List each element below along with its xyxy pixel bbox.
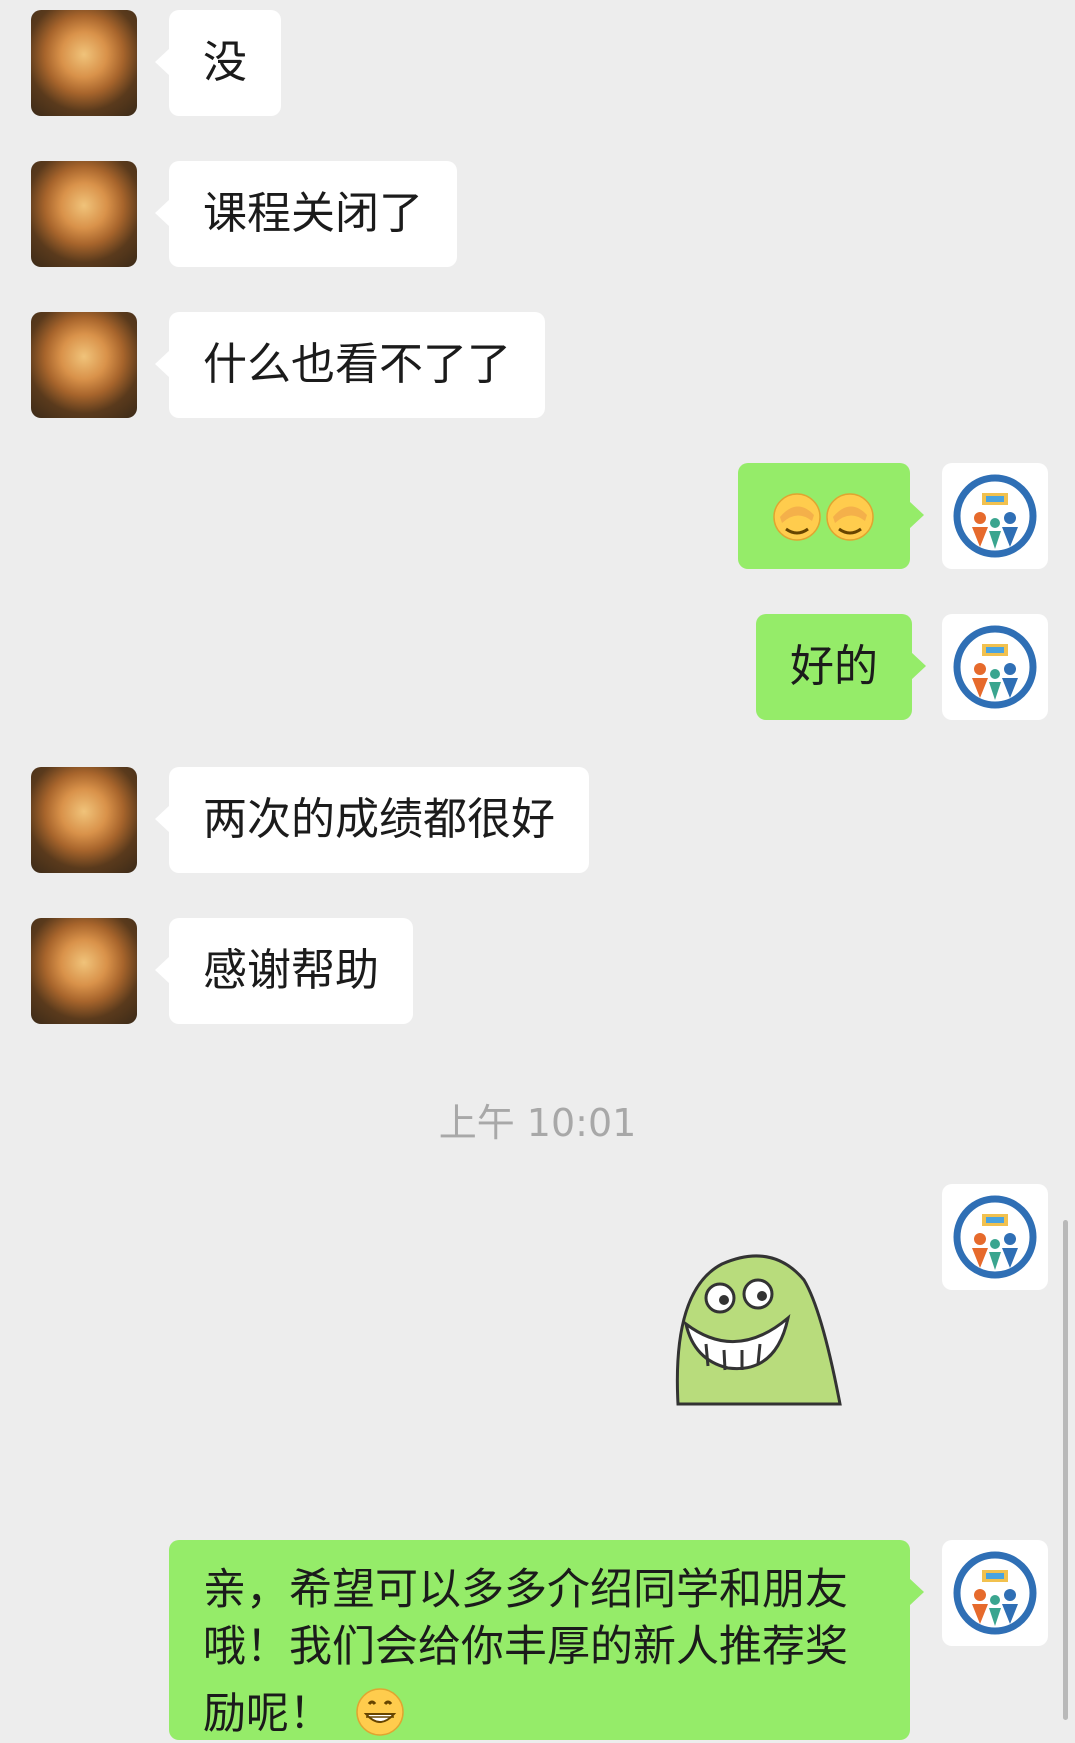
message-bubble[interactable]: 亲，希望可以多多介绍同学和朋友 哦！我们会给你丰厚的新人推荐奖 励呢！ bbox=[169, 1540, 924, 1743]
tiger-avatar[interactable] bbox=[31, 312, 137, 418]
scrollbar[interactable] bbox=[1063, 1220, 1068, 1720]
education-logo-avatar[interactable] bbox=[942, 1184, 1048, 1290]
education-logo-avatar[interactable] bbox=[942, 614, 1048, 720]
message-timestamp: 上午 10:01 bbox=[438, 1101, 637, 1145]
message-bubble[interactable]: 好的 bbox=[756, 614, 926, 720]
message-row-outgoing bbox=[0, 463, 1075, 569]
message-row-incoming: 两次的成绩都很好 bbox=[0, 767, 1075, 873]
message-line: 励呢！ bbox=[203, 1676, 876, 1743]
education-logo-avatar[interactable] bbox=[942, 1540, 1048, 1646]
message-bubble[interactable]: 感谢帮助 bbox=[155, 918, 413, 1024]
grin-emoji bbox=[355, 1688, 404, 1736]
emoji-message-bubble[interactable] bbox=[738, 463, 924, 569]
message-bubble[interactable]: 课程关闭了 bbox=[155, 161, 457, 267]
message-bubble[interactable]: 什么也看不了了 bbox=[155, 312, 545, 418]
face-palm-emoji bbox=[773, 493, 874, 541]
message-row-incoming: 课程关闭了 bbox=[0, 161, 1075, 267]
message-bubble[interactable]: 两次的成绩都很好 bbox=[155, 767, 589, 873]
green-smiling-blob-sticker[interactable] bbox=[672, 1250, 848, 1406]
message-row-outgoing: 好的 bbox=[0, 614, 1075, 720]
message-row-outgoing bbox=[0, 1184, 1075, 1406]
tiger-avatar[interactable] bbox=[31, 161, 137, 267]
tiger-avatar[interactable] bbox=[31, 918, 137, 1024]
message-bubble[interactable]: 没 bbox=[155, 10, 281, 116]
tiger-avatar[interactable] bbox=[31, 767, 137, 873]
message-row-incoming: 什么也看不了了 bbox=[0, 312, 1075, 418]
message-line: 亲，希望可以多多介绍同学和朋友 bbox=[203, 1565, 848, 1615]
education-logo-avatar[interactable] bbox=[942, 463, 1048, 569]
tiger-avatar[interactable] bbox=[31, 10, 137, 116]
message-row-incoming: 没 bbox=[0, 10, 1075, 116]
message-line: 哦！我们会给你丰厚的新人推荐奖 bbox=[203, 1622, 848, 1672]
message-line-text: 励呢！ bbox=[203, 1689, 332, 1739]
message-row-incoming: 感谢帮助 bbox=[0, 918, 1075, 1024]
